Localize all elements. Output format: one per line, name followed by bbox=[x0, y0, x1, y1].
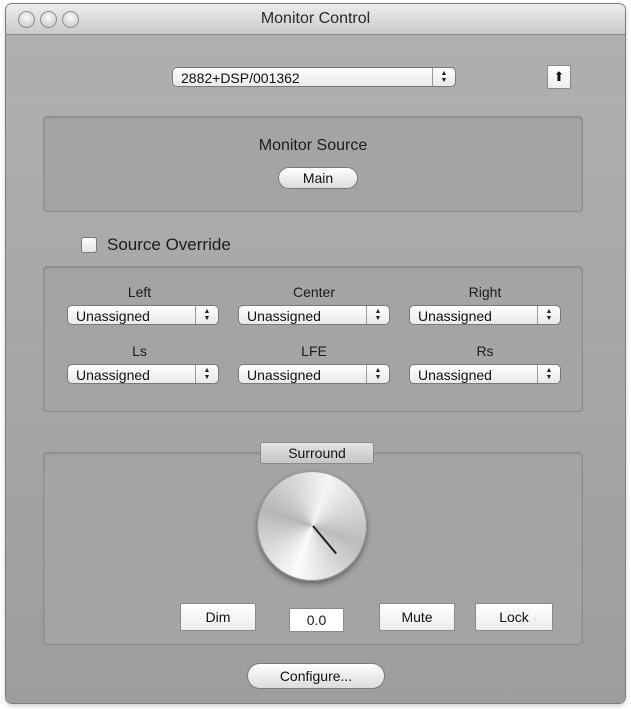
channel-select-ls[interactable]: Unassigned ▲ ▼ bbox=[67, 364, 219, 384]
level-readout: 0.0 bbox=[289, 608, 344, 632]
channel-select-right[interactable]: Unassigned ▲ ▼ bbox=[409, 305, 561, 325]
channel-select-center-value: Unassigned bbox=[247, 308, 321, 324]
monitor-source-panel bbox=[43, 116, 583, 212]
channel-label-left: Left bbox=[127, 284, 152, 300]
channel-select-ls-value: Unassigned bbox=[76, 367, 150, 383]
channel-label-right: Right bbox=[468, 284, 502, 300]
source-override-label: Source Override bbox=[107, 235, 231, 254]
popup-stepper-icon: ▲ ▼ bbox=[537, 365, 560, 383]
channel-label-center: Center bbox=[292, 284, 336, 300]
surround-button[interactable]: Surround bbox=[260, 442, 374, 464]
surround-button-label: Surround bbox=[288, 445, 346, 461]
channel-select-lfe-value: Unassigned bbox=[247, 367, 321, 383]
up-arrow-button[interactable]: ⬆ bbox=[547, 65, 571, 89]
channel-select-rs[interactable]: Unassigned ▲ ▼ bbox=[409, 364, 561, 384]
mute-button-label: Mute bbox=[401, 609, 433, 625]
popup-stepper-icon: ▲ ▼ bbox=[432, 68, 455, 86]
configure-button-label: Configure... bbox=[279, 668, 353, 684]
mute-button[interactable]: Mute bbox=[379, 603, 455, 631]
knob-pointer-icon bbox=[312, 525, 337, 555]
popup-stepper-icon: ▲ ▼ bbox=[366, 306, 389, 324]
device-select[interactable]: 2882+DSP/001362 ▲ ▼ bbox=[172, 67, 456, 87]
channel-label-ls: Ls bbox=[132, 343, 147, 359]
channel-select-left[interactable]: Unassigned ▲ ▼ bbox=[67, 305, 219, 325]
popup-stepper-icon: ▲ ▼ bbox=[366, 365, 389, 383]
dim-button-label: Dim bbox=[205, 609, 231, 625]
configure-button[interactable]: Configure... bbox=[247, 663, 385, 689]
lock-button-label: Lock bbox=[499, 609, 529, 625]
channel-label-rs: Rs bbox=[476, 343, 494, 359]
window-title: Monitor Control bbox=[260, 10, 371, 27]
channel-select-right-value: Unassigned bbox=[418, 308, 492, 324]
monitor-source-main-label: Main bbox=[302, 170, 334, 186]
popup-stepper-icon: ▲ ▼ bbox=[537, 306, 560, 324]
up-arrow-icon: ⬆ bbox=[553, 69, 565, 84]
popup-stepper-icon: ▲ ▼ bbox=[195, 365, 218, 383]
device-select-value: 2882+DSP/001362 bbox=[181, 70, 300, 86]
monitor-source-title: Monitor Source bbox=[258, 137, 368, 154]
popup-stepper-icon: ▲ ▼ bbox=[195, 306, 218, 324]
monitor-source-main-button[interactable]: Main bbox=[278, 167, 358, 189]
channel-select-rs-value: Unassigned bbox=[418, 367, 492, 383]
monitor-control-window: Monitor Control 2882+DSP/001362 ▲ ▼ ⬆ Mon… bbox=[6, 4, 625, 703]
lock-button[interactable]: Lock bbox=[475, 603, 553, 631]
volume-knob[interactable] bbox=[257, 471, 367, 581]
channel-select-lfe[interactable]: Unassigned ▲ ▼ bbox=[238, 364, 390, 384]
channel-select-left-value: Unassigned bbox=[76, 308, 150, 324]
title-bar: Monitor Control bbox=[6, 4, 625, 35]
dim-button[interactable]: Dim bbox=[180, 603, 256, 631]
source-override-checkbox[interactable] bbox=[81, 237, 97, 253]
channel-label-lfe: LFE bbox=[301, 343, 327, 359]
channel-select-center[interactable]: Unassigned ▲ ▼ bbox=[238, 305, 390, 325]
